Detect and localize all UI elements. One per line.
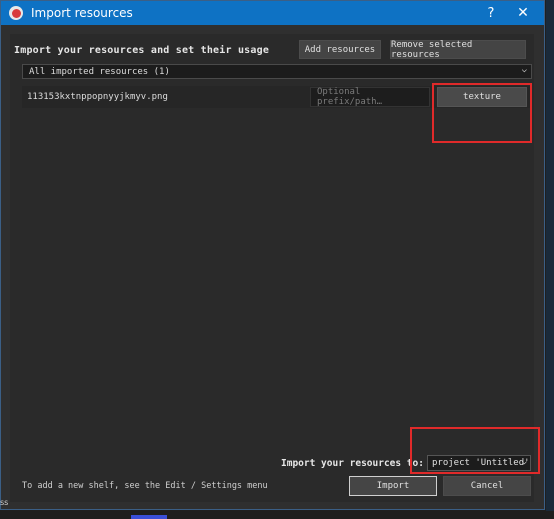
resource-filter-select[interactable]: All imported resources (1) ⌵ [22, 64, 532, 79]
help-button[interactable]: ? [476, 1, 506, 25]
title-bar: Import resources ? ✕ [1, 1, 544, 25]
remove-selected-button[interactable]: Remove selected resources [390, 40, 526, 60]
page-title: Import your resources and set their usag… [14, 45, 270, 56]
close-button[interactable]: ✕ [508, 1, 538, 25]
import-button[interactable]: Import [349, 476, 437, 496]
app-logo-icon [9, 6, 23, 20]
background-edge [0, 511, 554, 519]
filter-selected-value: All imported resources (1) [29, 66, 170, 77]
background-text: ss [0, 498, 9, 507]
background-tab [131, 515, 167, 519]
shelf-hint: To add a new shelf, see the Edit / Setti… [22, 481, 268, 491]
background-edge [546, 0, 554, 519]
window-title: Import resources [31, 6, 133, 20]
chevron-down-icon: ⌵ [521, 457, 527, 467]
add-resources-button[interactable]: Add resources [299, 40, 381, 59]
cancel-button[interactable]: Cancel [443, 476, 531, 496]
import-target-select[interactable]: project 'Untitled' ⌵ [427, 455, 531, 471]
import-target-value: project 'Untitled' [432, 458, 530, 468]
usage-button[interactable]: texture [437, 87, 527, 107]
chevron-down-icon: ⌵ [521, 65, 527, 75]
file-name: 113153kxtnppopnyyjkmyv.png [27, 92, 168, 102]
import-to-label: Import your resources to: [281, 458, 424, 469]
prefix-input[interactable]: Optional prefix/path… [310, 87, 430, 107]
